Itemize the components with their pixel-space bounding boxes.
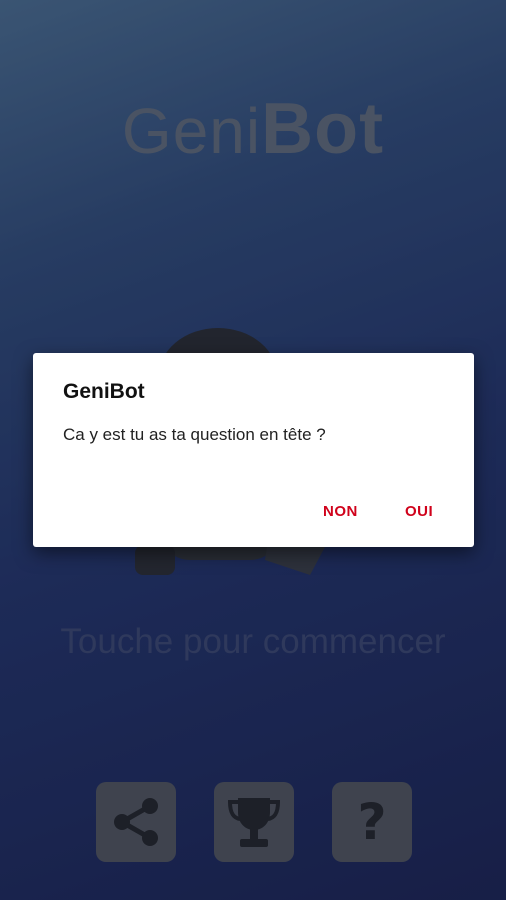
oui-button[interactable]: OUI bbox=[405, 503, 433, 520]
non-button[interactable]: NON bbox=[323, 503, 358, 520]
dialog-message: Ca y est tu as ta question en tête ? bbox=[63, 425, 326, 444]
dialog-title: GeniBot bbox=[63, 380, 145, 403]
confirm-dialog: GeniBot Ca y est tu as ta question en tê… bbox=[33, 353, 474, 547]
main-screen[interactable]: GeniBot Touche pour commencer ? GeniBot bbox=[0, 0, 506, 900]
